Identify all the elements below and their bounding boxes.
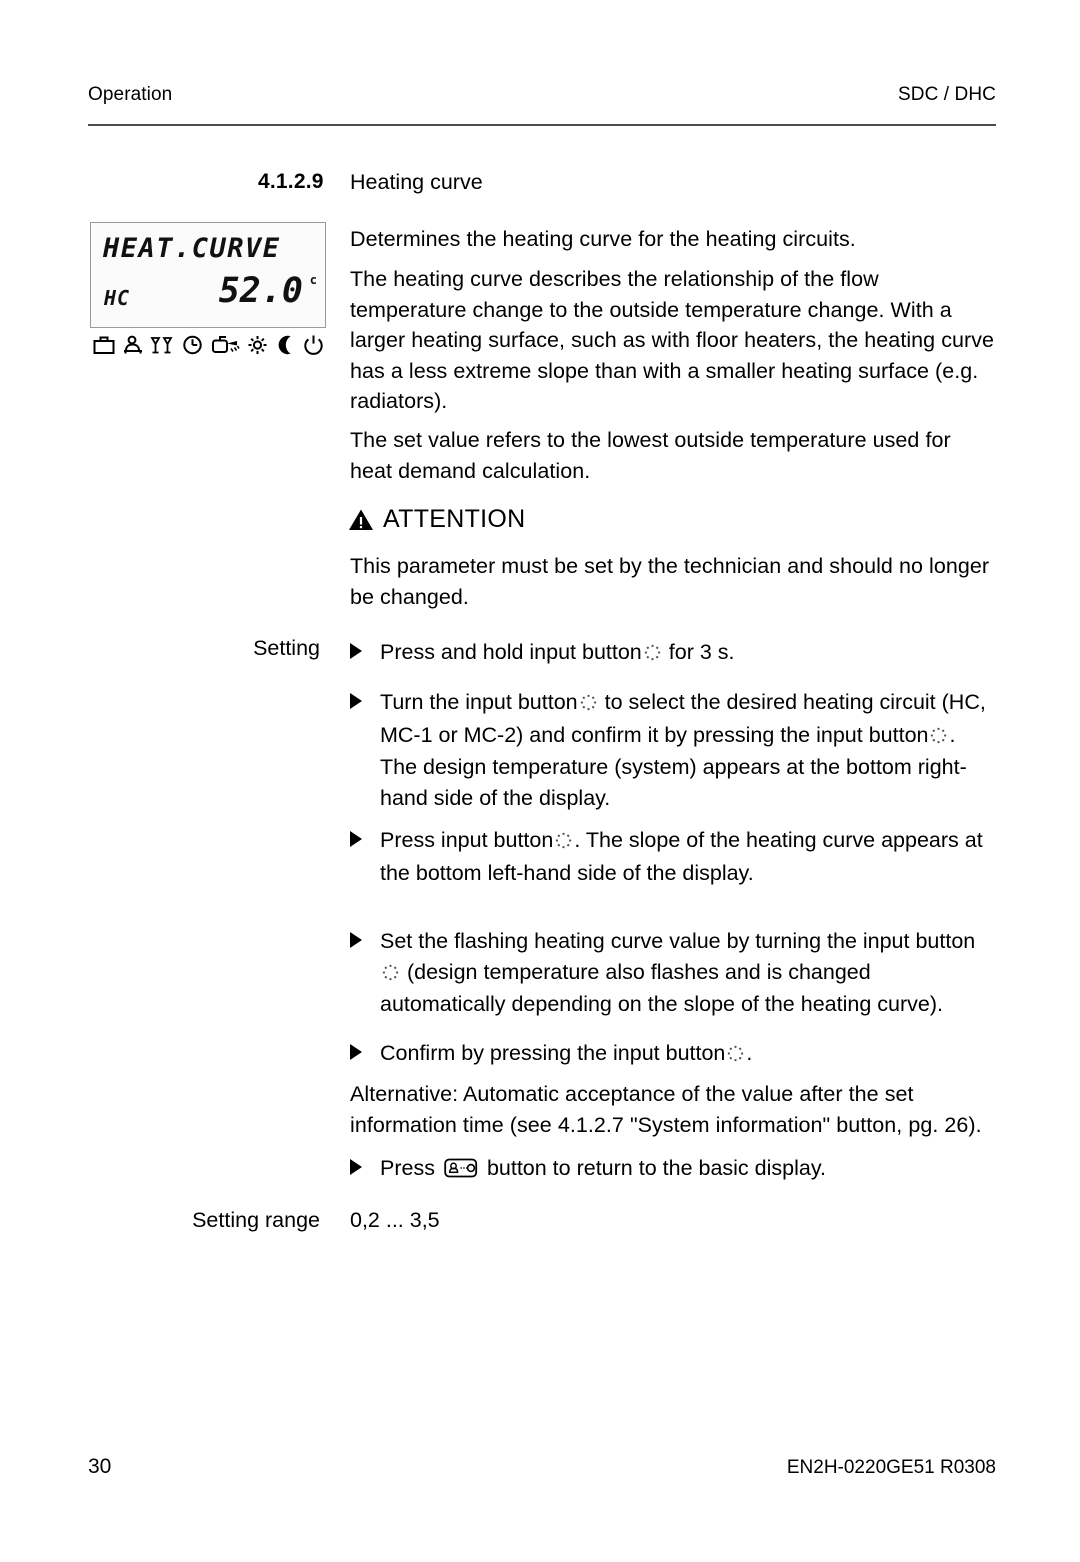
rotary-knob-icon: [727, 1040, 744, 1071]
lcd-value: 52.0: [218, 271, 303, 311]
lcd-screen: HEAT.CURVE HC 52.0 c: [90, 222, 326, 328]
basic-display-key-icon: [444, 1157, 478, 1188]
bullet-arrow-icon: [350, 643, 362, 659]
step-text-b: .: [746, 1041, 753, 1065]
warning-triangle-icon: [348, 508, 374, 532]
lcd-figure: HEAT.CURVE HC 52.0 c: [90, 222, 326, 355]
page-number: 30: [88, 1455, 112, 1478]
clock-icon: [181, 334, 205, 356]
bullet-arrow-icon: [350, 1044, 362, 1060]
running-head-left: Operation: [88, 84, 173, 105]
rotary-knob-icon: [930, 722, 947, 753]
bullet-arrow-icon: [350, 1159, 362, 1175]
section-number: 4.1.2.9: [258, 170, 324, 193]
document-page: Operation SDC / DHC 4.1.2.9 Heating curv…: [0, 0, 1080, 1562]
running-head-right: SDC / DHC: [897, 84, 996, 105]
party-glasses-icon: [150, 334, 176, 356]
attention-callout: ATTENTION: [348, 505, 526, 534]
setting-step-3: Press input button. The slope of the hea…: [350, 825, 998, 888]
faucet-water-icon: [211, 334, 241, 356]
attention-label: ATTENTION: [383, 505, 526, 533]
bullet-arrow-icon: [350, 693, 362, 709]
setting-step-5: Confirm by pressing the input button.: [350, 1038, 998, 1071]
step-text-a: Press input button: [380, 828, 554, 852]
setting-step-4: Set the flashing heating curve value by …: [350, 926, 998, 1020]
page-footer: 30 EN2H-0220GE51 R0308: [88, 1455, 996, 1479]
step-text-b: button to return to the basic display.: [486, 1156, 826, 1180]
step-text-a: Press and hold input button: [380, 640, 642, 664]
lcd-circuit-label: HC: [104, 286, 131, 310]
moon-icon: [275, 334, 297, 356]
briefcase-icon: [92, 334, 116, 356]
setting-range-value: 0,2 ... 3,5: [350, 1208, 440, 1232]
step-text-a: Confirm by pressing the input button: [380, 1041, 726, 1065]
step-text-a: Turn the input button: [380, 690, 578, 714]
step-text: Press input button. The slope of the hea…: [380, 825, 998, 888]
step-text-b: (design temperature also flashes and is …: [380, 959, 943, 1017]
step-text: Press and hold input button for 3 s.: [380, 637, 998, 670]
setting-label: Setting: [253, 636, 320, 660]
paragraph-alternative: Alternative: Automatic acceptance of the…: [350, 1079, 998, 1140]
paragraph-attention-text: This parameter must be set by the techni…: [350, 551, 998, 612]
paragraph-text: Alternative: Automatic acceptance of the…: [350, 1082, 982, 1137]
paragraph-text: The set value refers to the lowest outsi…: [350, 428, 951, 483]
paragraph-text: The heating curve describes the relation…: [350, 267, 995, 413]
paragraph-text: Determines the heating curve for the hea…: [350, 227, 856, 251]
document-code: EN2H-0220GE51 R0308: [786, 1457, 996, 1478]
rotary-knob-icon: [382, 959, 399, 990]
setting-step-2: Turn the input button to select the desi…: [350, 687, 998, 813]
step-text-b: for 3 s.: [668, 640, 735, 664]
rotary-knob-icon: [555, 827, 572, 858]
sun-icon: [246, 334, 270, 356]
header-rule: [88, 124, 996, 126]
bullet-arrow-icon: [350, 932, 362, 948]
step-text-a: Press: [380, 1156, 435, 1180]
step-text: Set the flashing heating curve value by …: [380, 926, 998, 1020]
paragraph-description: The heating curve describes the relation…: [350, 264, 998, 417]
bed-person-icon: [121, 334, 145, 356]
rotary-knob-icon: [644, 639, 661, 670]
paragraph-set-value: The set value refers to the lowest outsi…: [350, 425, 998, 486]
lcd-unit: c: [309, 273, 317, 287]
page-title: Heating curve: [350, 170, 483, 194]
lcd-mode-icon-row: [92, 334, 326, 356]
step-text: Press button to return to the basic disp…: [380, 1153, 998, 1188]
paragraph-text: This parameter must be set by the techni…: [350, 554, 990, 609]
bullet-arrow-icon: [350, 831, 362, 847]
paragraph-determines: Determines the heating curve for the hea…: [350, 224, 998, 255]
lcd-parameter-name: HEAT.CURVE: [103, 233, 281, 264]
rotary-knob-icon: [580, 689, 597, 720]
setting-step-6: Press button to return to the basic disp…: [350, 1153, 998, 1188]
step-text: Turn the input button to select the desi…: [380, 687, 998, 813]
running-head: Operation SDC / DHC: [88, 84, 996, 106]
standby-power-icon: [302, 334, 326, 356]
setting-range-label: Setting range: [192, 1208, 320, 1232]
step-text-a: Set the flashing heating curve value by …: [380, 929, 976, 953]
step-text: Confirm by pressing the input button.: [380, 1038, 998, 1071]
setting-step-1: Press and hold input button for 3 s.: [350, 637, 998, 670]
